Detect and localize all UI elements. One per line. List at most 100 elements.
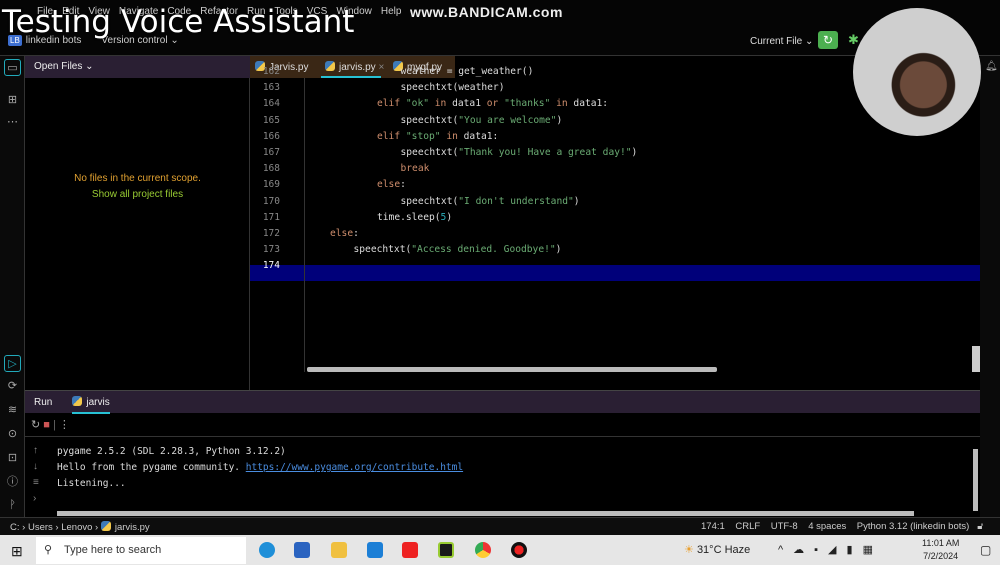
code-token: speechtxt( <box>400 195 459 207</box>
pycharm-icon[interactable] <box>438 542 454 558</box>
code-token: "ok" <box>405 98 429 110</box>
code-token: ) <box>556 114 563 126</box>
line-separator[interactable]: CRLF <box>735 521 760 532</box>
breadcrumb-item[interactable]: Lenovo <box>61 522 92 533</box>
code-line: speechtxt("Access denied. Goodbye!") <box>354 244 562 255</box>
vertical-scrollbar[interactable] <box>972 346 980 372</box>
store-icon[interactable] <box>294 542 310 558</box>
chrome-icon[interactable] <box>475 542 491 558</box>
webcam-overlay <box>853 8 981 136</box>
folder-icon[interactable]: ▭ <box>4 59 21 76</box>
indent-setting[interactable]: 4 spaces <box>808 521 846 532</box>
scroll-down-icon[interactable]: ↓ <box>33 459 39 475</box>
run-config-selector[interactable]: Current File ⌄ <box>750 36 813 47</box>
run-tab-jarvis[interactable]: jarvis <box>72 396 110 414</box>
breadcrumb-item[interactable]: C: <box>10 522 20 533</box>
windows-start-icon[interactable]: ⊞ <box>11 543 23 560</box>
console-horizontal-scrollbar[interactable] <box>57 511 914 516</box>
caret-position[interactable]: 174:1 <box>701 521 725 532</box>
structure-icon[interactable]: ⊞ <box>4 92 21 109</box>
open-files-dropdown[interactable]: Open Files ⌄ <box>25 56 250 78</box>
breadcrumb-item[interactable]: jarvis.py <box>115 522 150 533</box>
code-token: elif <box>377 130 406 142</box>
line-number: 165 <box>262 114 280 126</box>
git-icon[interactable]: ᚹ <box>4 497 21 514</box>
stop-icon[interactable]: ■ <box>43 419 50 431</box>
taskbar-search-input[interactable]: ⚲ Type here to search <box>36 537 246 564</box>
edge-icon[interactable] <box>259 542 275 558</box>
python-interpreter[interactable]: Python 3.12 (linkedin bots) <box>857 521 969 532</box>
code-line: speechtxt("You are welcome") <box>401 115 563 126</box>
code-line: speechtxt(weather) <box>401 82 505 93</box>
search-icon: ⚲ <box>44 544 53 556</box>
show-all-files-link[interactable]: Show all project files <box>25 189 250 200</box>
soft-wrap-icon[interactable]: ≡ <box>33 475 39 491</box>
mail-icon[interactable] <box>367 542 383 558</box>
console-link[interactable]: https://www.pygame.org/contribute.html <box>246 462 463 473</box>
time: 11:01 AM <box>922 538 960 548</box>
code-token: speechtxt( <box>353 244 412 256</box>
code-token: : <box>400 179 406 191</box>
run-toolbar: ↻ ■ | ⋮ <box>25 413 980 437</box>
clock[interactable]: 11:01 AM 7/2/2024 <box>922 538 959 561</box>
file-explorer-icon[interactable] <box>331 542 347 558</box>
python-file-icon <box>100 521 111 531</box>
youtube-icon[interactable] <box>402 542 418 558</box>
python-file-icon <box>325 61 335 71</box>
expand-icon[interactable]: › <box>33 491 39 507</box>
code-token: break <box>400 163 430 175</box>
services-icon[interactable]: ⊙ <box>4 426 21 443</box>
more-options-icon[interactable]: ⋮ <box>59 419 70 431</box>
menu-item[interactable]: Help <box>381 6 402 17</box>
console-line: pygame 2.5.2 (SDL 2.28.3, Python 3.12.2) <box>57 446 286 457</box>
status-widgets: 174:1 CRLF UTF-8 4 spaces Python 3.12 (l… <box>701 521 983 532</box>
code-line: break <box>401 163 430 174</box>
status-bar: C: › Users › Lenovo › jarvis.py 174:1 CR… <box>0 517 1000 535</box>
code-line: elif "ok" in data1 or "thanks" in data1: <box>377 98 608 109</box>
code-line: speechtxt("I don't understand") <box>401 196 580 207</box>
code-editor[interactable]: 162 weather = get_weather() 163 speechtxt(w… <box>250 66 980 390</box>
horizontal-scrollbar[interactable] <box>307 367 717 372</box>
rerun-icon[interactable]: ↻ <box>31 419 40 431</box>
code-line: elif "stop" in data1: <box>377 131 498 142</box>
problems-icon[interactable]: ⓘ <box>4 474 21 491</box>
file-encoding[interactable]: UTF-8 <box>771 521 798 532</box>
code-token: "You are welcome" <box>458 114 557 126</box>
lock-icon[interactable]: 🔓︎ <box>977 521 983 532</box>
code-token: ) <box>446 211 453 223</box>
python-file-icon <box>72 396 83 406</box>
tab-jarvis[interactable]: jarvis.py × <box>325 61 384 73</box>
close-tab-icon[interactable]: × <box>378 62 384 73</box>
terminal-icon[interactable]: ⊡ <box>4 450 21 467</box>
bandicam-icon[interactable] <box>511 542 527 558</box>
code-token: "thanks" <box>504 98 551 110</box>
weather-widget[interactable]: ☀ 31°C Haze <box>684 543 750 556</box>
scroll-up-icon[interactable]: ↑ <box>33 443 39 459</box>
code-token: ) <box>631 147 638 158</box>
system-tray-icons[interactable]: ^☁▪◢▮▦ <box>778 543 883 556</box>
watermark: www.BANDICAM.com <box>410 4 563 20</box>
code-token: "I don't understand" <box>458 195 574 207</box>
rerun-icon[interactable]: ↻ <box>818 31 838 49</box>
console-side-icons: ↑ ↓ ≡ › <box>33 443 39 507</box>
console-line: Hello from the pygame community. https:/… <box>57 462 463 473</box>
notification-center-icon[interactable]: ▢ <box>980 543 991 557</box>
layers-icon[interactable]: ≋ <box>4 402 21 419</box>
code-token: data1: <box>573 98 609 110</box>
search-placeholder: Type here to search <box>64 544 162 556</box>
run-icon[interactable]: ▷ <box>4 355 21 372</box>
notifications-icon[interactable]: 🔔︎ <box>985 61 998 72</box>
breadcrumb-item[interactable]: Users <box>28 522 53 533</box>
code-token: else <box>377 179 401 191</box>
python-packages-icon[interactable]: ⟳ <box>4 378 21 395</box>
console-vertical-scrollbar[interactable] <box>973 449 978 511</box>
line-number: 170 <box>262 195 280 207</box>
code-token: ) <box>573 195 580 207</box>
tool-strip: ▭ ⊞ ⋯ ▷ ⟳ ≋ ⊙ ⊡ ⓘ ᚹ <box>0 56 25 517</box>
code-token: in <box>550 98 574 110</box>
console-text: Hello from the pygame community. <box>57 462 246 473</box>
line-number: 163 <box>262 82 280 94</box>
gutter-divider <box>304 78 305 372</box>
line-number: 166 <box>262 130 280 142</box>
more-icon[interactable]: ⋯ <box>4 114 21 131</box>
